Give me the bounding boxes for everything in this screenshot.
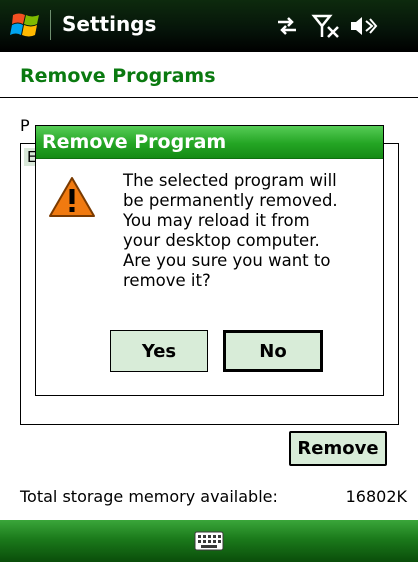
warning-icon (49, 177, 95, 217)
volume-off-icon[interactable] (348, 12, 378, 40)
message-line: your desktop computer. (123, 231, 320, 250)
yes-button[interactable]: Yes (110, 330, 208, 372)
message-line: be permanently removed. (123, 191, 338, 210)
message-line: The selected program will (123, 171, 337, 190)
connectivity-icon[interactable] (274, 12, 300, 40)
no-button[interactable]: No (223, 330, 323, 372)
keyboard-icon[interactable] (194, 531, 224, 551)
message-line: You may reload it from (123, 211, 310, 230)
title-bar: Settings (0, 0, 418, 52)
page-header: Remove Programs (0, 52, 418, 98)
storage-label: Total storage memory available: (20, 487, 278, 506)
remove-program-dialog: Remove Program The selected program will… (35, 125, 384, 396)
storage-value: 16802K (345, 487, 407, 506)
remove-button[interactable]: Remove (289, 431, 387, 466)
windows-start-icon[interactable] (10, 9, 42, 41)
message-line: remove it? (123, 271, 211, 290)
message-line: Are you sure you want to (123, 251, 331, 270)
softkey-bar (0, 520, 418, 562)
page-title: Remove Programs (20, 65, 216, 87)
title-separator (50, 10, 51, 40)
dialog-title: Remove Program (36, 126, 383, 159)
dialog-message: The selected program will be permanently… (123, 171, 378, 291)
programs-label: P (20, 116, 30, 135)
app-title: Settings (62, 12, 157, 36)
signal-off-icon[interactable] (311, 12, 341, 40)
